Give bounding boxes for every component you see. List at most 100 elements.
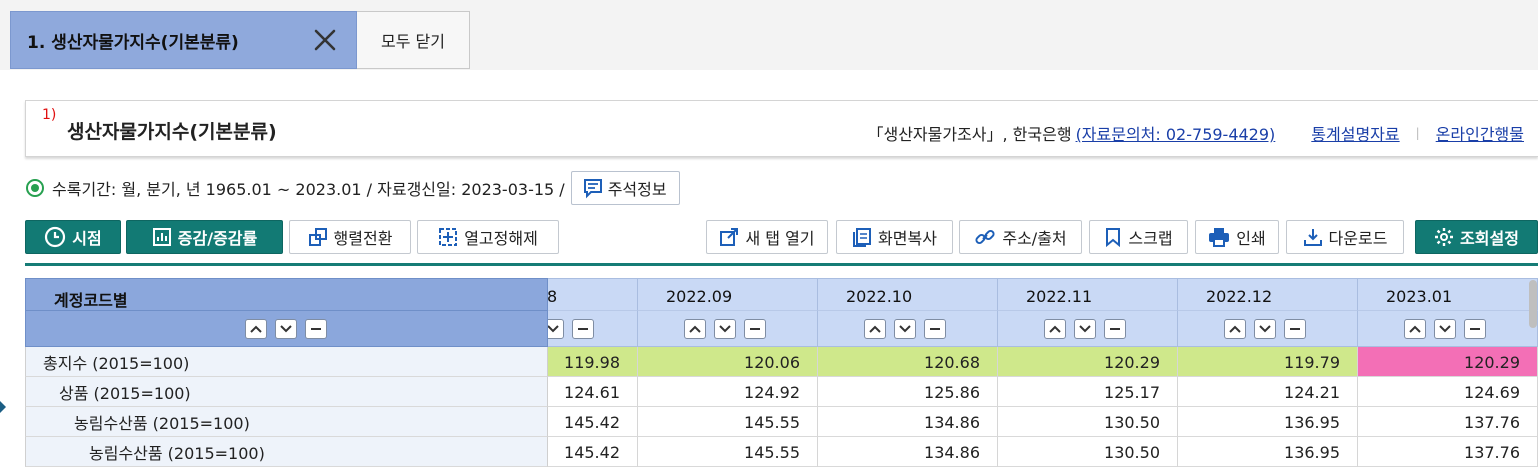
table-cell[interactable]: 145.55 <box>638 437 818 467</box>
sort-descending-button[interactable] <box>275 319 297 339</box>
column-header: 2022.09 <box>638 278 818 311</box>
table-cell[interactable]: 136.95 <box>1178 407 1358 437</box>
row-label-agri: 농림수산품 (2015=100) <box>25 407 548 437</box>
remove-column-button[interactable] <box>1464 319 1486 339</box>
data-column: 2022.11 120.29 125.17 130.50 130.50 <box>998 278 1178 473</box>
print-button[interactable]: 인쇄 <box>1195 220 1279 254</box>
remove-column-button[interactable] <box>924 319 946 339</box>
query-settings-button[interactable]: 조회설정 <box>1415 220 1538 254</box>
sort-descending-button[interactable] <box>1434 319 1456 339</box>
table-cell[interactable]: 134.86 <box>818 407 998 437</box>
table-cell[interactable]: 134.86 <box>818 437 998 467</box>
toolbar: 시점 증감/증감률 행렬전환 열고정해제 새 탭 열기 화면복사 주소/출처 스… <box>25 220 1538 256</box>
column-header: 2022.11 <box>998 278 1178 311</box>
download-button[interactable]: 다운로드 <box>1286 220 1404 254</box>
data-column: 2022.12 119.79 124.21 136.95 136.95 <box>1178 278 1358 473</box>
sort-descending-button[interactable] <box>1074 319 1096 339</box>
sort-descending-button[interactable] <box>1254 319 1276 339</box>
sort-descending-button[interactable] <box>894 319 916 339</box>
link-icon <box>975 229 995 245</box>
table-cell[interactable]: 130.50 <box>998 407 1178 437</box>
sort-descending-button[interactable] <box>714 319 736 339</box>
radio-dot-icon <box>26 179 44 197</box>
gear-icon <box>1435 228 1454 246</box>
table-title-bar: 1) 생산자물가지수(기본분류) 「생산자물가조사」, 한국은행 (자료문의처:… <box>25 100 1538 157</box>
tab-strip: 1. 생산자물가지수(기본분류) 모두 닫기 <box>0 0 1538 70</box>
remove-column-button[interactable] <box>744 319 766 339</box>
unfreeze-icon <box>439 228 458 246</box>
scrap-button[interactable]: 스크랩 <box>1089 220 1188 254</box>
new-tab-button[interactable]: 새 탭 열기 <box>706 220 828 254</box>
close-all-tabs-button[interactable]: 모두 닫기 <box>357 11 470 69</box>
table-cell[interactable]: 119.79 <box>1178 347 1358 377</box>
sort-controls <box>684 319 766 339</box>
column-header-controls <box>998 311 1178 347</box>
sort-ascending-button[interactable] <box>1404 319 1426 339</box>
table-cell[interactable]: 119.98 <box>548 347 638 377</box>
table-cell[interactable]: 125.86 <box>818 377 998 407</box>
time-button[interactable]: 시점 <box>25 220 121 254</box>
tab-label: 1. 생산자물가지수(기본분류) <box>27 32 239 53</box>
table-cell[interactable]: 125.17 <box>998 377 1178 407</box>
address-source-button[interactable]: 주소/출처 <box>959 220 1082 254</box>
expand-panel-arrow-icon[interactable] <box>0 401 6 413</box>
remove-column-button[interactable] <box>1104 319 1126 339</box>
table-cell[interactable]: 120.29 <box>1358 347 1538 377</box>
address-source-label: 주소/출처 <box>1002 229 1067 248</box>
data-grid: 계정코드별 총지수 (2015=100) 상품 (2015=100) 농림수산품… <box>25 278 1538 473</box>
unfreeze-columns-button[interactable]: 열고정해제 <box>417 220 559 254</box>
table-cell[interactable]: 145.42 <box>548 407 638 437</box>
printer-icon <box>1209 228 1230 247</box>
row-label-goods: 상품 (2015=100) <box>25 377 548 407</box>
remove-column-button[interactable] <box>305 319 327 339</box>
table-cell[interactable]: 145.55 <box>638 407 818 437</box>
column-header-controls <box>638 311 818 347</box>
sort-ascending-button[interactable] <box>864 319 886 339</box>
table-cell[interactable]: 124.69 <box>1358 377 1538 407</box>
table-cell[interactable]: 137.76 <box>1358 437 1538 467</box>
tab-producer-price-index[interactable]: 1. 생산자물가지수(기본분류) <box>10 11 357 69</box>
time-button-label: 시점 <box>72 229 102 248</box>
stats-description-link[interactable]: 통계설명자료 <box>1311 121 1399 145</box>
unfreeze-columns-label: 열고정해제 <box>464 229 538 248</box>
table-cell[interactable]: 120.68 <box>818 347 998 377</box>
table-cell[interactable]: 120.29 <box>998 347 1178 377</box>
sort-descending-button[interactable] <box>548 319 564 339</box>
sort-controls <box>1224 319 1306 339</box>
horizontal-scrollbar[interactable] <box>1529 280 1537 328</box>
clock-icon <box>45 226 66 248</box>
sort-ascending-button[interactable] <box>684 319 706 339</box>
table-cell[interactable]: 120.06 <box>638 347 818 377</box>
table-cell[interactable]: 124.92 <box>638 377 818 407</box>
pivot-icon <box>308 228 327 246</box>
table-cell[interactable]: 124.61 <box>548 377 638 407</box>
download-icon <box>1303 229 1322 246</box>
contact-link[interactable]: (자료문의처: 02-759-4429) <box>1076 121 1276 145</box>
table-cell[interactable]: 145.42 <box>548 437 638 467</box>
pivot-button[interactable]: 행렬전환 <box>289 220 411 254</box>
table-cell[interactable]: 124.21 <box>1178 377 1358 407</box>
row-label-agri-sub: 농림수산품 (2015=100) <box>25 437 548 467</box>
title-meta: 「생산자물가조사」, 한국은행 (자료문의처: 02-759-4429) 통계설… <box>867 121 1524 145</box>
sort-ascending-button[interactable] <box>1044 319 1066 339</box>
column-header-controls <box>1178 311 1358 347</box>
sort-ascending-button[interactable] <box>1224 319 1246 339</box>
bookmark-icon <box>1106 228 1121 247</box>
change-rate-button[interactable]: 증감/증감률 <box>126 220 283 254</box>
notes-button[interactable]: 주석정보 <box>570 171 680 205</box>
row-header-controls <box>25 311 548 347</box>
screen-copy-button[interactable]: 화면복사 <box>836 220 953 254</box>
row-label-total: 총지수 (2015=100) <box>25 347 548 377</box>
table-cell[interactable]: 130.50 <box>998 437 1178 467</box>
remove-column-button[interactable] <box>1284 319 1306 339</box>
table-cell[interactable]: 136.95 <box>1178 437 1358 467</box>
online-publication-link[interactable]: 온라인간행물 <box>1436 121 1524 145</box>
close-icon[interactable] <box>312 26 338 54</box>
data-column: 2023.01 120.29 124.69 137.76 137.76 <box>1358 278 1538 473</box>
remove-column-button[interactable] <box>572 319 594 339</box>
row-labels: 총지수 (2015=100) 상품 (2015=100) 농림수산품 (2015… <box>25 347 548 467</box>
sort-controls <box>1404 319 1486 339</box>
sort-ascending-button[interactable] <box>245 319 267 339</box>
table-cell[interactable]: 137.76 <box>1358 407 1538 437</box>
download-label: 다운로드 <box>1328 229 1388 248</box>
